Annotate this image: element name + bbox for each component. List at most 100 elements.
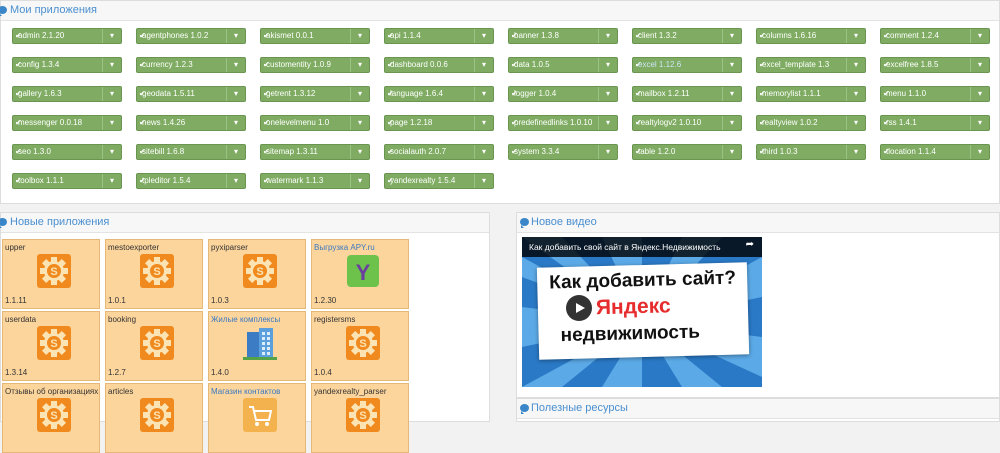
chevron-down-icon[interactable]: ▾	[226, 145, 245, 159]
chevron-down-icon[interactable]: ▾	[350, 29, 369, 43]
chevron-down-icon[interactable]: ▾	[226, 116, 245, 130]
app-button[interactable]: client 1.3.2 ✔ ▾	[632, 28, 742, 44]
app-button[interactable]: getrent 1.3.12 ✔ ▾	[260, 86, 370, 102]
app-button[interactable]: predefinedlinks 1.0.10 ✔ ▾	[508, 115, 618, 131]
app-button[interactable]: menu 1.1.0 ✔ ▾	[880, 86, 990, 102]
chevron-down-icon[interactable]: ▾	[970, 145, 989, 159]
app-button[interactable]: mailbox 1.2.11 ✔ ▾	[632, 86, 742, 102]
chevron-down-icon[interactable]: ▾	[102, 116, 121, 130]
app-button[interactable]: excelfree 1.8.5 ✔ ▾	[880, 57, 990, 73]
app-button[interactable]: dashboard 0.0.6 ✔ ▾	[384, 57, 494, 73]
app-button[interactable]: watermark 1.1.3 ✔ ▾	[260, 173, 370, 189]
app-tile[interactable]: userdata S 1.3.14	[2, 311, 100, 381]
app-button[interactable]: akismet 0.0.1 ✔ ▾	[260, 28, 370, 44]
play-icon[interactable]	[566, 295, 592, 321]
app-button[interactable]: realtylogv2 1.0.10 ✔ ▾	[632, 115, 742, 131]
chevron-down-icon[interactable]: ▾	[350, 174, 369, 188]
chevron-down-icon[interactable]: ▾	[102, 174, 121, 188]
chevron-down-icon[interactable]: ▾	[226, 174, 245, 188]
app-button[interactable]: seo 1.3.0 ✔ ▾	[12, 144, 122, 160]
app-tile[interactable]: yandexrealty_parser S	[311, 383, 409, 453]
chevron-down-icon[interactable]: ▾	[226, 87, 245, 101]
app-button[interactable]: agentphones 1.0.2 ✔ ▾	[136, 28, 246, 44]
chevron-down-icon[interactable]: ▾	[970, 116, 989, 130]
chevron-down-icon[interactable]: ▾	[226, 29, 245, 43]
app-button[interactable]: tlocation 1.1.4 ✔ ▾	[880, 144, 990, 160]
app-button[interactable]: realtyview 1.0.2 ✔ ▾	[756, 115, 866, 131]
app-button[interactable]: news 1.4.26 ✔ ▾	[136, 115, 246, 131]
app-button[interactable]: yandexrealty 1.5.4 ✔ ▾	[384, 173, 494, 189]
app-button[interactable]: third 1.0.3 ✔ ▾	[756, 144, 866, 160]
chevron-down-icon[interactable]: ▾	[350, 116, 369, 130]
app-button[interactable]: gallery 1.6.3 ✔ ▾	[12, 86, 122, 102]
chevron-down-icon[interactable]: ▾	[722, 116, 741, 130]
app-button[interactable]: excel_template 1.3 ✔ ▾	[756, 57, 866, 73]
chevron-down-icon[interactable]: ▾	[970, 29, 989, 43]
app-button[interactable]: page 1.2.18 ✔ ▾	[384, 115, 494, 131]
chevron-down-icon[interactable]: ▾	[102, 58, 121, 72]
app-button[interactable]: onelevelmenu 1.0 ✔ ▾	[260, 115, 370, 131]
chevron-down-icon[interactable]: ▾	[350, 145, 369, 159]
chevron-down-icon[interactable]: ▾	[350, 58, 369, 72]
app-button[interactable]: admin 2.1.20 ✔ ▾	[12, 28, 122, 44]
chevron-down-icon[interactable]: ▾	[598, 116, 617, 130]
chevron-down-icon[interactable]: ▾	[474, 145, 493, 159]
chevron-down-icon[interactable]: ▾	[846, 116, 865, 130]
chevron-down-icon[interactable]: ▾	[226, 58, 245, 72]
chevron-down-icon[interactable]: ▾	[722, 29, 741, 43]
chevron-down-icon[interactable]: ▾	[474, 116, 493, 130]
app-button[interactable]: logger 1.0.4 ✔ ▾	[508, 86, 618, 102]
chevron-down-icon[interactable]: ▾	[102, 29, 121, 43]
chevron-down-icon[interactable]: ▾	[598, 58, 617, 72]
video-player[interactable]: Как добавить свой сайт в Яндекс.Недвижим…	[522, 237, 762, 387]
app-button[interactable]: customentity 1.0.9 ✔ ▾	[260, 57, 370, 73]
chevron-down-icon[interactable]: ▾	[474, 58, 493, 72]
app-button[interactable]: banner 1.3.8 ✔ ▾	[508, 28, 618, 44]
chevron-down-icon[interactable]: ▾	[474, 174, 493, 188]
chevron-down-icon[interactable]: ▾	[722, 87, 741, 101]
app-tile[interactable]: pyxiparser S 1.0.3	[208, 239, 306, 309]
app-button[interactable]: sitemap 1.3.11 ✔ ▾	[260, 144, 370, 160]
app-button[interactable]: config 1.3.4 ✔ ▾	[12, 57, 122, 73]
app-tile[interactable]: articles S	[105, 383, 203, 453]
chevron-down-icon[interactable]: ▾	[846, 87, 865, 101]
chevron-down-icon[interactable]: ▾	[474, 87, 493, 101]
share-icon[interactable]: ➦	[746, 239, 754, 250]
app-button[interactable]: geodata 1.5.11 ✔ ▾	[136, 86, 246, 102]
app-tile[interactable]: booking S 1.2.7	[105, 311, 203, 381]
chevron-down-icon[interactable]: ▾	[970, 87, 989, 101]
app-button[interactable]: table 1.2.0 ✔ ▾	[632, 144, 742, 160]
app-button[interactable]: currency 1.2.3 ✔ ▾	[136, 57, 246, 73]
chevron-down-icon[interactable]: ▾	[846, 29, 865, 43]
chevron-down-icon[interactable]: ▾	[722, 145, 741, 159]
chevron-down-icon[interactable]: ▾	[598, 87, 617, 101]
app-button[interactable]: comment 1.2.4 ✔ ▾	[880, 28, 990, 44]
app-button[interactable]: columns 1.6.16 ✔ ▾	[756, 28, 866, 44]
chevron-down-icon[interactable]: ▾	[846, 145, 865, 159]
app-button[interactable]: excel 1.12.6 ✔ ▾	[632, 57, 742, 73]
app-button[interactable]: data 1.0.5 ✔ ▾	[508, 57, 618, 73]
app-button[interactable]: language 1.6.4 ✔ ▾	[384, 86, 494, 102]
app-button[interactable]: system 3.3.4 ✔ ▾	[508, 144, 618, 160]
app-button[interactable]: messenger 0.0.18 ✔ ▾	[12, 115, 122, 131]
chevron-down-icon[interactable]: ▾	[970, 58, 989, 72]
app-tile[interactable]: registersms S 1.0.4	[311, 311, 409, 381]
app-button[interactable]: tpleditor 1.5.4 ✔ ▾	[136, 173, 246, 189]
chevron-down-icon[interactable]: ▾	[102, 145, 121, 159]
app-tile[interactable]: Отзывы об организациях S	[2, 383, 100, 453]
chevron-down-icon[interactable]: ▾	[474, 29, 493, 43]
app-button[interactable]: rss 1.4.1 ✔ ▾	[880, 115, 990, 131]
chevron-down-icon[interactable]: ▾	[722, 58, 741, 72]
app-tile[interactable]: Жилые комплексы 1.4.0	[208, 311, 306, 381]
app-button[interactable]: toolbox 1.1.1 ✔ ▾	[12, 173, 122, 189]
chevron-down-icon[interactable]: ▾	[350, 87, 369, 101]
chevron-down-icon[interactable]: ▾	[102, 87, 121, 101]
app-button[interactable]: api 1.1.4 ✔ ▾	[384, 28, 494, 44]
app-tile[interactable]: Выгрузка APY.ru Y 1.2.30	[311, 239, 409, 309]
app-button[interactable]: memorylist 1.1.1 ✔ ▾	[756, 86, 866, 102]
app-button[interactable]: sitebill 1.6.8 ✔ ▾	[136, 144, 246, 160]
chevron-down-icon[interactable]: ▾	[598, 29, 617, 43]
app-button[interactable]: socialauth 2.0.7 ✔ ▾	[384, 144, 494, 160]
app-tile[interactable]: Магазин контактов	[208, 383, 306, 453]
app-tile[interactable]: upper S 1.1.11	[2, 239, 100, 309]
